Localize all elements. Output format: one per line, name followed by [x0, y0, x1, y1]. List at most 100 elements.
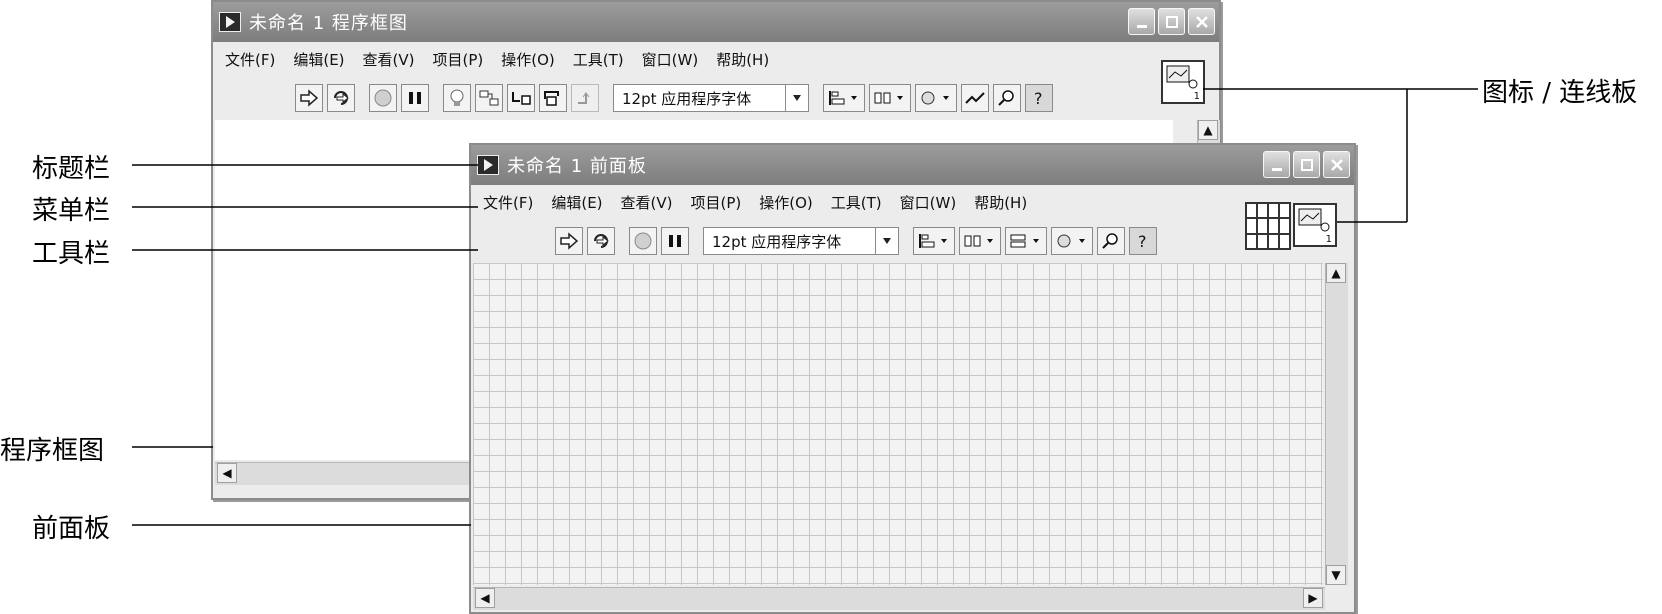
run-continuously-icon: [594, 234, 609, 248]
front-panel-window[interactable]: 未命名 1 前面板 文件(F) 编辑(E) 查看(V) 项目(P) 操作(O) …: [469, 143, 1356, 614]
labview-app-icon: [477, 155, 499, 175]
pause-button[interactable]: [401, 84, 429, 112]
front-panel-title: 未命名 1 前面板: [507, 156, 647, 177]
resize-objects-icon: [1010, 234, 1039, 248]
run-arrow-icon: [560, 232, 579, 250]
clean-up-diagram-icon: [965, 92, 985, 104]
close-button[interactable]: [1188, 8, 1215, 35]
search-button[interactable]: [993, 84, 1021, 112]
run-button[interactable]: [555, 227, 583, 255]
context-help-icon: ?: [1034, 89, 1043, 108]
font-selector[interactable]: 12pt 应用程序字体: [703, 227, 899, 255]
abort-button[interactable]: [629, 227, 657, 255]
context-help-button[interactable]: ?: [1129, 227, 1157, 255]
pause-button[interactable]: [661, 227, 689, 255]
context-help-button[interactable]: ?: [1025, 84, 1053, 112]
abort-button[interactable]: [369, 84, 397, 112]
front-panel-grid-canvas[interactable]: [473, 263, 1323, 585]
label-toolbar: 工具栏: [32, 239, 111, 269]
maximize-icon: [1165, 15, 1178, 28]
close-icon: [1330, 158, 1343, 171]
menu-project[interactable]: 项目(P): [433, 49, 484, 70]
distribute-objects-icon: [964, 235, 993, 247]
scroll-up-icon[interactable]: ▲: [1198, 120, 1218, 140]
reorder-button[interactable]: [915, 84, 957, 112]
abort-icon: [634, 232, 652, 250]
run-continuously-icon: [334, 91, 349, 105]
block-diagram-title: 未命名 1 程序框图: [249, 13, 408, 34]
block-diagram-title-bar[interactable]: 未命名 1 程序框图: [213, 2, 1219, 42]
menu-view[interactable]: 查看(V): [363, 49, 415, 70]
font-selector[interactable]: 12pt 应用程序字体: [613, 84, 809, 112]
menu-window[interactable]: 窗口(W): [642, 49, 699, 70]
menu-operate[interactable]: 操作(O): [501, 49, 555, 70]
front-panel-horizontal-scrollbar[interactable]: ◀ ▶: [473, 587, 1325, 610]
close-button[interactable]: [1323, 151, 1350, 178]
scroll-down-icon[interactable]: ▼: [1326, 565, 1346, 585]
retain-wire-values-button[interactable]: [475, 84, 503, 112]
step-over-icon: [544, 91, 559, 106]
menu-tools[interactable]: 工具(T): [573, 49, 624, 70]
step-over-button[interactable]: [539, 84, 567, 112]
resize-objects-button[interactable]: [1005, 227, 1047, 255]
run-button[interactable]: [295, 84, 323, 112]
step-into-button[interactable]: [507, 84, 535, 112]
scroll-right-icon[interactable]: ▶: [1303, 588, 1323, 608]
highlight-execution-button[interactable]: [443, 84, 471, 112]
scroll-left-icon[interactable]: ◀: [217, 463, 237, 483]
run-continuously-button[interactable]: [327, 84, 355, 112]
minimize-button[interactable]: [1263, 151, 1290, 178]
font-selector-value: 12pt 应用程序字体: [712, 232, 842, 251]
menu-file[interactable]: 文件(F): [225, 49, 275, 70]
align-objects-button[interactable]: [913, 227, 955, 255]
menu-project[interactable]: 项目(P): [691, 192, 742, 213]
pause-icon: [669, 235, 681, 247]
menu-operate[interactable]: 操作(O): [759, 192, 813, 213]
maximize-button[interactable]: [1293, 151, 1320, 178]
svg-text:?: ?: [1138, 232, 1147, 251]
menu-help[interactable]: 帮助(H): [716, 49, 769, 70]
menu-file[interactable]: 文件(F): [483, 192, 533, 213]
reorder-button[interactable]: [1051, 227, 1093, 255]
lightbulb-icon: [450, 89, 464, 106]
run-continuously-button[interactable]: [587, 227, 615, 255]
menu-tools[interactable]: 工具(T): [831, 192, 882, 213]
maximize-button[interactable]: [1158, 8, 1185, 35]
front-panel-vertical-scrollbar[interactable]: ▲ ▼: [1325, 263, 1348, 585]
scroll-up-icon[interactable]: ▲: [1326, 263, 1346, 283]
distribute-objects-button[interactable]: [959, 227, 1001, 255]
search-icon: [1102, 233, 1118, 249]
svg-text:?: ?: [1034, 89, 1043, 108]
minimize-icon: [1136, 24, 1147, 28]
menu-window[interactable]: 窗口(W): [900, 192, 957, 213]
labview-app-icon: [219, 12, 241, 32]
label-front-panel: 前面板: [32, 514, 111, 544]
connector-pane[interactable]: [1245, 202, 1291, 250]
retain-wire-values-icon: [479, 90, 499, 106]
reorder-icon: [1057, 234, 1085, 248]
clean-up-diagram-button[interactable]: [961, 84, 989, 112]
front-panel-title-bar[interactable]: 未命名 1 前面板: [471, 145, 1354, 185]
front-panel-vi-icon[interactable]: 1: [1293, 203, 1337, 247]
pause-icon: [409, 92, 421, 104]
distribute-objects-icon: [874, 92, 903, 104]
block-diagram-menu-bar: 文件(F) 编辑(E) 查看(V) 项目(P) 操作(O) 工具(T) 窗口(W…: [213, 42, 1219, 76]
abort-icon: [374, 89, 392, 107]
label-block-diagram: 程序框图: [0, 436, 105, 466]
label-icon-connector: 图标 / 连线板: [1482, 78, 1638, 108]
menu-edit[interactable]: 编辑(E): [551, 192, 602, 213]
menu-view[interactable]: 查看(V): [621, 192, 673, 213]
front-panel-menu-bar: 文件(F) 编辑(E) 查看(V) 项目(P) 操作(O) 工具(T) 窗口(W…: [471, 185, 1354, 219]
maximize-icon: [1300, 158, 1313, 171]
menu-help[interactable]: 帮助(H): [974, 192, 1027, 213]
search-button[interactable]: [1097, 227, 1125, 255]
align-objects-button[interactable]: [823, 84, 865, 112]
distribute-objects-button[interactable]: [869, 84, 911, 112]
minimize-button[interactable]: [1128, 8, 1155, 35]
step-out-button[interactable]: [571, 84, 599, 112]
front-panel-toolbar: 12pt 应用程序字体 ?: [555, 223, 1157, 259]
step-out-icon: [578, 92, 590, 104]
menu-edit[interactable]: 编辑(E): [293, 49, 344, 70]
scroll-left-icon[interactable]: ◀: [475, 588, 495, 608]
block-diagram-vi-icon[interactable]: 1: [1161, 60, 1205, 104]
